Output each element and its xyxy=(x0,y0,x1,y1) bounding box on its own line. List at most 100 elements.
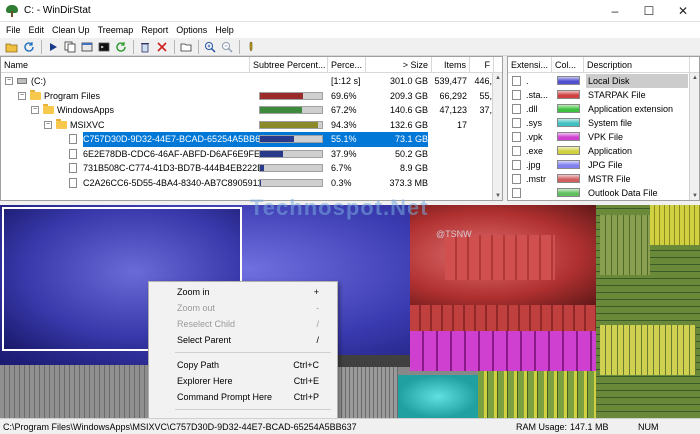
scroll-up-icon[interactable]: ▲ xyxy=(690,73,699,83)
extension-row[interactable]: .exe Application xyxy=(508,144,690,158)
refresh-selected-icon[interactable] xyxy=(113,39,129,55)
tree-row-name: Program Files xyxy=(44,90,101,101)
scroll-up-icon[interactable]: ▲ xyxy=(493,73,502,83)
column-files[interactable]: F xyxy=(470,57,494,73)
help-icon[interactable] xyxy=(243,39,259,55)
column-percent[interactable]: Perce... xyxy=(328,57,366,73)
zoom-in-icon[interactable] xyxy=(202,39,218,55)
menu-report[interactable]: Report xyxy=(137,22,172,38)
collapse-icon[interactable]: − xyxy=(44,120,52,129)
treemap-cell[interactable] xyxy=(398,375,478,418)
directory-tree[interactable]: Name Subtree Percent... Perce... > Size … xyxy=(0,56,503,201)
new-folder-icon[interactable] xyxy=(178,39,194,55)
tree-row[interactable]: 731B508C-C774-41D3-BD7B-444B4EB222D7 6.7%… xyxy=(1,161,493,176)
menu-clean-up[interactable]: Clean Up xyxy=(48,22,94,38)
treemap-cell[interactable] xyxy=(0,365,150,418)
extension-color-swatch xyxy=(557,132,580,141)
treemap-cell[interactable] xyxy=(445,235,555,280)
column-subtree-percent[interactable]: Subtree Percent... xyxy=(250,57,328,73)
extension-row[interactable]: .vpk VPK File xyxy=(508,130,690,144)
collapse-icon[interactable]: − xyxy=(31,106,39,114)
cmd-icon[interactable] xyxy=(96,39,112,55)
tree-scrollbar[interactable]: ▲ ▼ xyxy=(492,73,502,200)
refresh-icon[interactable] xyxy=(21,39,37,55)
file-icon xyxy=(69,134,77,144)
minimize-button[interactable]: – xyxy=(598,0,632,22)
column-color[interactable]: Col... xyxy=(552,57,584,73)
file-icon xyxy=(69,177,77,188)
subtree-percent-bar xyxy=(259,120,323,129)
menu-item-zoom-in[interactable]: Zoom in + xyxy=(149,284,337,300)
tree-row[interactable]: 6E2E78DB-CDC6-46AF-ABFD-D6AF6E9FE896 37.9… xyxy=(1,147,493,162)
menu-treemap[interactable]: Treemap xyxy=(94,22,138,38)
treemap-cell[interactable] xyxy=(410,331,596,371)
tree-row[interactable]: C757D30D-9D32-44E7-BCAD-65254A5BB637 55.1… xyxy=(1,132,493,147)
watermark-handle: @TSNW xyxy=(436,229,472,239)
tree-row[interactable]: − WindowsApps 67.2% 140.6 GB 47,123 37, xyxy=(1,103,493,118)
treemap-cell[interactable] xyxy=(650,205,700,245)
copy-icon[interactable] xyxy=(62,39,78,55)
tree-row-percent: 6.7% xyxy=(331,163,352,173)
menu-item-zoom-out: Zoom out - xyxy=(149,300,337,316)
tree-row[interactable]: − MSIXVC 94.3% 132.6 GB 17 xyxy=(1,118,493,133)
tree-row-files: 446, xyxy=(474,76,492,86)
close-button[interactable]: ✕ xyxy=(666,0,700,22)
extension-list[interactable]: Extensi... Col... Description . Local Dis… xyxy=(507,56,700,201)
treemap-cell[interactable] xyxy=(478,371,596,418)
column-name[interactable]: Name xyxy=(1,57,250,73)
tree-row[interactable]: − (C:) [1:12 s] 301.0 GB 539,477 446, xyxy=(1,74,493,89)
zoom-out-icon[interactable] xyxy=(219,39,235,55)
column-size[interactable]: > Size xyxy=(366,57,432,73)
open-icon[interactable] xyxy=(4,39,20,55)
tree-row[interactable]: − Program Files 69.6% 209.3 GB 66,292 55, xyxy=(1,89,493,104)
menu-options[interactable]: Options xyxy=(172,22,211,38)
menu-file[interactable]: File xyxy=(2,22,25,38)
menu-help[interactable]: Help xyxy=(211,22,238,38)
extension-scrollbar[interactable]: ▲ ▼ xyxy=(689,73,699,200)
extension-row[interactable]: .dll Application extension xyxy=(508,102,690,116)
extension-row[interactable]: . Local Disk xyxy=(508,74,690,88)
column-extension[interactable]: Extensi... xyxy=(508,57,552,73)
column-description[interactable]: Description xyxy=(584,57,690,73)
treemap-cell[interactable] xyxy=(410,305,596,331)
menu-edit[interactable]: Edit xyxy=(25,22,49,38)
treemap-cell[interactable] xyxy=(338,355,410,367)
file-type-icon xyxy=(512,146,521,156)
scroll-down-icon[interactable]: ▼ xyxy=(493,191,502,200)
tree-row-files xyxy=(470,118,492,133)
menu-item-command-prompt-here[interactable]: Command Prompt Here Ctrl+P xyxy=(149,389,337,405)
treemap-cell[interactable] xyxy=(600,325,696,375)
menu-item-explorer-here[interactable]: Explorer Here Ctrl+E xyxy=(149,373,337,389)
extension-row[interactable]: .sta... STARPAK File xyxy=(508,88,690,102)
column-items[interactable]: Items xyxy=(432,57,470,73)
treemap-cell[interactable] xyxy=(600,215,650,275)
menu-item-label: Zoom in xyxy=(177,287,210,297)
subtree-percent-bar xyxy=(259,164,323,172)
extension-description: MSTR File xyxy=(588,174,631,184)
collapse-icon[interactable]: − xyxy=(5,77,13,85)
file-type-icon xyxy=(512,160,521,170)
extension-row[interactable]: Outlook Data File xyxy=(508,186,690,200)
menu-item-copy-path[interactable]: Copy Path Ctrl+C xyxy=(149,357,337,373)
menu-item-label: Copy Path xyxy=(177,360,220,370)
delete-icon[interactable] xyxy=(154,39,170,55)
extension-name: .sta... xyxy=(526,90,549,100)
extension-row[interactable]: .jpg JPG File xyxy=(508,158,690,172)
menu-item-select-parent[interactable]: Select Parent / xyxy=(149,332,337,348)
extension-row[interactable]: .mstr MSTR File xyxy=(508,172,690,186)
play-icon[interactable] xyxy=(45,39,61,55)
tree-row-name: WindowsApps xyxy=(57,105,115,115)
collapse-icon[interactable]: − xyxy=(18,91,26,100)
extension-row[interactable]: .sys System file xyxy=(508,116,690,130)
recycle-icon[interactable] xyxy=(137,39,153,55)
tree-row[interactable]: C2A26CC6-5D55-4BA4-8340-AB7C89059118 0.3%… xyxy=(1,176,493,191)
scroll-down-icon[interactable]: ▼ xyxy=(690,191,699,200)
treemap-cell[interactable] xyxy=(338,365,398,418)
treemap[interactable] xyxy=(0,205,700,418)
explorer-icon[interactable] xyxy=(79,39,95,55)
menu-bar: File Edit Clean Up Treemap Report Option… xyxy=(0,22,700,38)
maximize-button[interactable]: ☐ xyxy=(632,0,666,22)
tree-row-percent: 55.1% xyxy=(331,134,357,144)
menu-item-shortcut: Ctrl+C xyxy=(293,360,319,370)
window-title: C: - WinDirStat xyxy=(24,5,91,16)
